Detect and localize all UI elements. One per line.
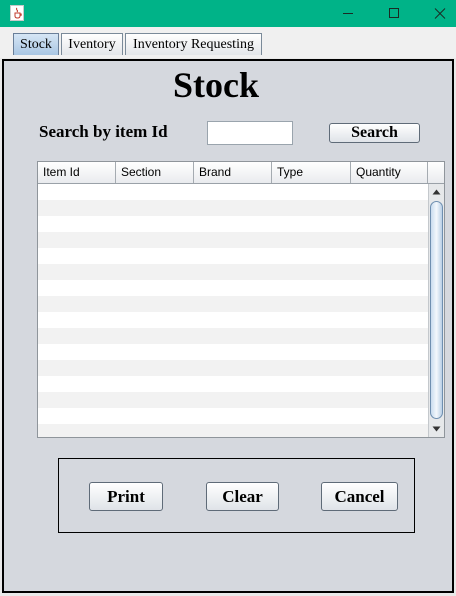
- print-button[interactable]: Print: [89, 482, 163, 511]
- column-header-section[interactable]: Section: [116, 162, 194, 183]
- table-row: [38, 360, 428, 376]
- close-button[interactable]: [417, 0, 456, 27]
- table-row: [38, 184, 428, 200]
- table-body[interactable]: [38, 184, 428, 437]
- table-row: [38, 216, 428, 232]
- table-row: [38, 312, 428, 328]
- column-header-quantity[interactable]: Quantity: [351, 162, 428, 183]
- close-icon: [434, 8, 446, 19]
- clear-button[interactable]: Clear: [206, 482, 279, 511]
- arrow-down-icon: [432, 426, 441, 432]
- table-row: [38, 408, 428, 424]
- tab-stock[interactable]: Stock: [13, 33, 59, 55]
- table-row: [38, 200, 428, 216]
- table-header: Item Id Section Brand Type Quantity: [38, 162, 428, 184]
- vertical-scrollbar[interactable]: [428, 184, 444, 437]
- tab-inventory[interactable]: Iventory: [61, 33, 123, 55]
- table-row: [38, 232, 428, 248]
- maximize-button[interactable]: [371, 0, 417, 27]
- scroll-down-button[interactable]: [429, 421, 444, 437]
- minimize-button[interactable]: [325, 0, 371, 27]
- column-header-brand[interactable]: Brand: [194, 162, 272, 183]
- search-button[interactable]: Search: [329, 123, 420, 143]
- column-header-item-id[interactable]: Item Id: [38, 162, 116, 183]
- minimize-icon: [343, 13, 353, 14]
- tab-strip: Stock Iventory Inventory Requesting: [0, 27, 456, 82]
- scrollbar-thumb[interactable]: [430, 201, 443, 419]
- table-row: [38, 280, 428, 296]
- table-row: [38, 264, 428, 280]
- search-label: Search by item Id: [39, 122, 168, 141]
- title-bar: [0, 0, 456, 27]
- arrow-up-icon: [432, 189, 441, 195]
- table-row: [38, 296, 428, 312]
- stock-table: Item Id Section Brand Type Quantity: [37, 161, 445, 438]
- column-header-type[interactable]: Type: [272, 162, 351, 183]
- table-row: [38, 344, 428, 360]
- scroll-up-button[interactable]: [429, 184, 444, 200]
- table-row: [38, 392, 428, 408]
- search-input[interactable]: [207, 121, 293, 145]
- table-row: [38, 328, 428, 344]
- table-row: [38, 376, 428, 392]
- action-button-group: Print Clear Cancel: [58, 458, 415, 533]
- stock-panel: Stock Search by item Id Search Item Id S…: [2, 59, 454, 593]
- java-cup-icon: [10, 5, 24, 21]
- tab-inventory-requesting[interactable]: Inventory Requesting: [125, 33, 262, 55]
- page-title: Stock: [172, 65, 259, 105]
- table-row: [38, 424, 428, 437]
- table-corner: [428, 162, 444, 184]
- table-row: [38, 248, 428, 264]
- cancel-button[interactable]: Cancel: [321, 482, 398, 511]
- maximize-icon: [389, 8, 399, 18]
